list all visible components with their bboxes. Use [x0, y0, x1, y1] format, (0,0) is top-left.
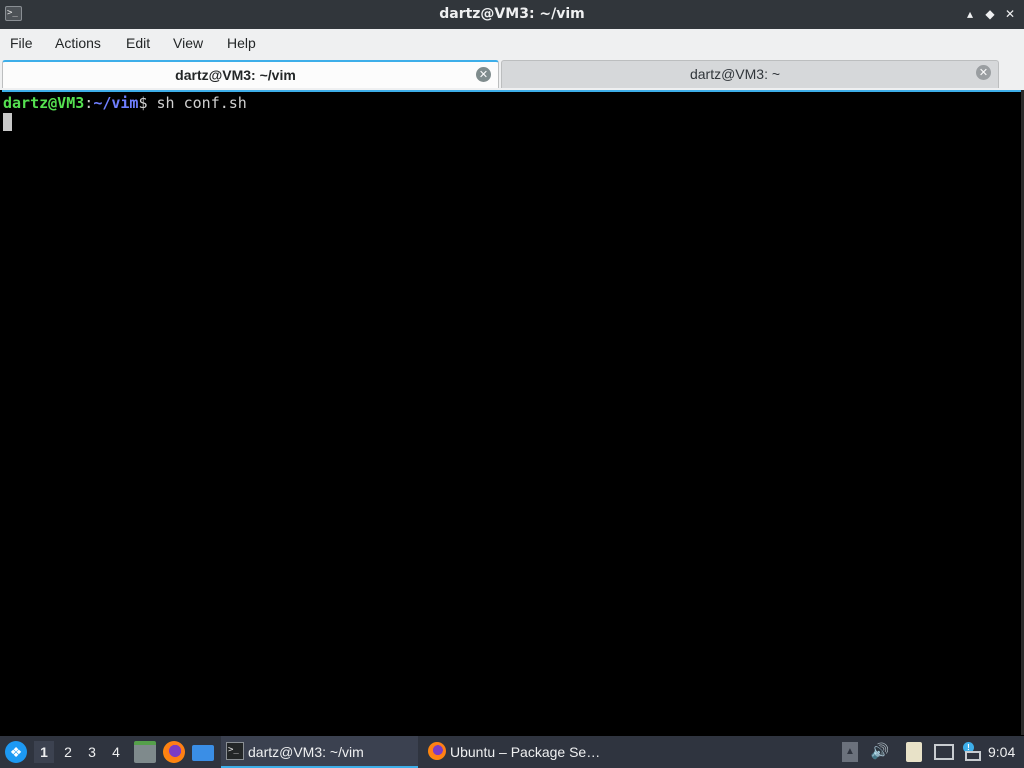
menu-bar: File Actions Edit View Help [0, 29, 1024, 58]
menu-view[interactable]: View [173, 29, 203, 58]
minimize-button[interactable]: ▴ [962, 6, 978, 22]
terminal-command: sh conf.sh [147, 94, 247, 112]
menu-help[interactable]: Help [227, 29, 256, 58]
monitor-shape [965, 751, 981, 761]
task-firefox[interactable]: Ubuntu – Package Se… [423, 736, 623, 768]
task-label: dartz@VM3: ~/vim [248, 744, 364, 760]
prompt-separator: : [84, 94, 94, 112]
menu-edit[interactable]: Edit [126, 29, 150, 58]
tab-home[interactable]: dartz@VM3: ~ ✕ [501, 60, 999, 88]
tray-expand-icon[interactable]: ▲ [842, 742, 858, 762]
workspace-4[interactable]: 4 [106, 741, 126, 763]
menu-file[interactable]: File [10, 29, 33, 58]
start-menu-icon[interactable]: ❖ [5, 741, 27, 763]
terminal-output[interactable]: dartz@VM3:~/vim$ sh conf.sh [2, 90, 1021, 735]
text-cursor [3, 113, 12, 131]
clock[interactable]: 9:04 [988, 736, 1015, 768]
tab-label: dartz@VM3: ~ [689, 66, 781, 82]
tab-bar: dartz@VM3: ~/vim ✕ dartz@VM3: ~ ✕ [0, 58, 1024, 90]
firefox-icon [428, 742, 446, 760]
title-bar[interactable]: >_ dartz@VM3: ~/vim ▴ ◆ ✕ [0, 0, 1024, 29]
file-manager-icon[interactable] [134, 741, 156, 763]
window-title: dartz@VM3: ~/vim [439, 6, 585, 22]
prompt-user: dartz@VM3 [3, 94, 85, 112]
task-terminal[interactable]: >_ dartz@VM3: ~/vim [221, 736, 418, 768]
prompt-dollar: $ [138, 94, 148, 112]
terminal-window: >_ dartz@VM3: ~/vim ▴ ◆ ✕ File Actions E… [0, 0, 1024, 736]
tab-vim[interactable]: dartz@VM3: ~/vim ✕ [2, 60, 499, 88]
tab-label: dartz@VM3: ~/vim [175, 67, 296, 83]
maximize-button[interactable]: ◆ [982, 6, 998, 22]
tab-close-icon[interactable]: ✕ [476, 67, 491, 82]
update-notifier-icon[interactable]: ! [961, 742, 981, 762]
workspace-1[interactable]: 1 [34, 741, 54, 763]
close-button[interactable]: ✕ [1002, 6, 1018, 22]
network-icon[interactable] [934, 744, 954, 760]
firefox-icon[interactable] [163, 741, 185, 763]
workspace-3[interactable]: 3 [82, 741, 102, 763]
taskbar: ❖ 1 2 3 4 >_ dartz@VM3: ~/vim Ubuntu – P… [0, 736, 1024, 768]
menu-actions[interactable]: Actions [55, 29, 101, 58]
terminal-icon: >_ [226, 742, 244, 760]
terminal-line: dartz@VM3:~/vim$ sh conf.sh [3, 94, 247, 113]
show-desktop-icon[interactable] [192, 745, 214, 761]
workspace-2[interactable]: 2 [58, 741, 78, 763]
clipboard-icon[interactable] [906, 742, 922, 762]
prompt-path: ~/vim [93, 94, 139, 112]
task-label: Ubuntu – Package Se… [450, 744, 601, 760]
volume-icon[interactable]: 🔊 [870, 742, 890, 762]
tab-close-icon[interactable]: ✕ [976, 65, 991, 80]
